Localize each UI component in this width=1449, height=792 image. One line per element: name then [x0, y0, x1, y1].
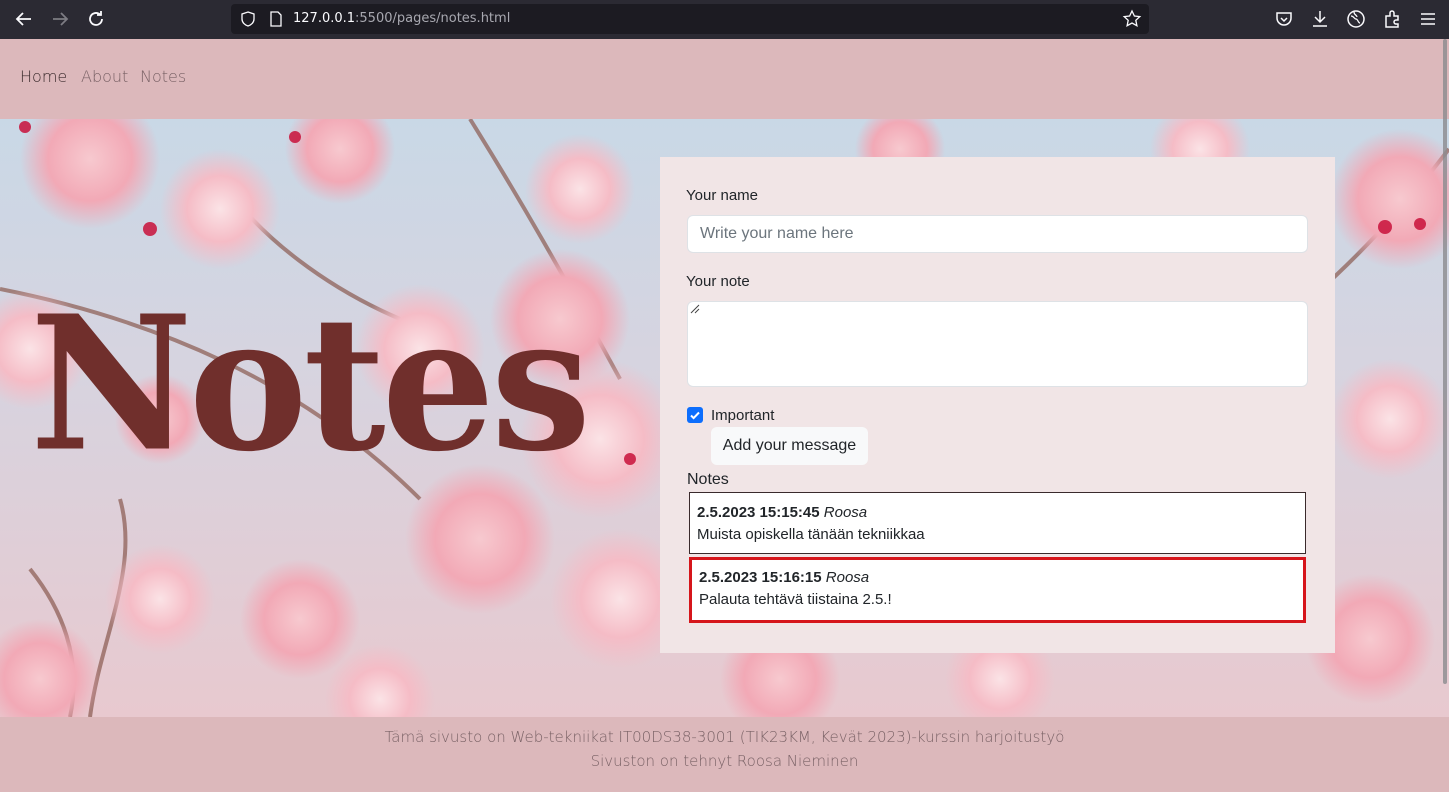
url-path: :5500/pages/notes.html	[355, 11, 511, 26]
site-header: Home About Notes	[0, 39, 1449, 119]
reload-icon[interactable]	[84, 7, 108, 31]
note-text: Palauta tehtävä tiistaina 2.5.!	[699, 591, 892, 608]
note-form-card: Your name Write your name here Your note…	[660, 157, 1335, 653]
name-label: Your name	[686, 187, 758, 204]
page-scrollbar[interactable]	[1443, 39, 1447, 684]
hamburger-menu-icon[interactable]	[1417, 8, 1439, 30]
note-item-important: 2.5.2023 15:16:15 Roosa Palauta tehtävä …	[689, 557, 1306, 623]
footer-author-text: Sivuston on tehnyt Roosa Nieminen	[590, 752, 859, 770]
hero-section: Notes Your name Write your name here You…	[0, 119, 1449, 717]
note-label: Your note	[686, 273, 750, 290]
extensions-icon[interactable]	[1381, 8, 1403, 30]
pocket-icon[interactable]	[1273, 8, 1295, 30]
back-arrow-icon[interactable]	[12, 7, 36, 31]
globe-icon[interactable]	[1345, 8, 1367, 30]
note-date: 2.5.2023 15:15:45	[697, 504, 820, 521]
url-bar[interactable]: 127.0.0.1:5500/pages/notes.html	[231, 4, 1149, 34]
nav-home-link[interactable]: Home	[20, 67, 67, 86]
note-author: Roosa	[825, 569, 870, 586]
note-text: Muista opiskella tänään tekniikkaa	[697, 526, 925, 543]
note-date: 2.5.2023 15:16:15	[699, 569, 822, 586]
nav-about-link[interactable]: About	[81, 67, 128, 86]
site-footer: Tämä sivusto on Web-tekniikat IT00DS38-3…	[0, 717, 1449, 792]
star-icon[interactable]	[1122, 9, 1142, 29]
shield-icon[interactable]	[240, 11, 256, 27]
notes-list-title: Notes	[687, 471, 729, 488]
hero-title: Notes	[30, 274, 591, 493]
name-input-placeholder: Write your name here	[700, 225, 854, 242]
add-message-button[interactable]: Add your message	[711, 427, 868, 465]
name-input[interactable]: Write your name here	[687, 215, 1308, 253]
resize-handle-icon[interactable]	[688, 302, 700, 314]
forward-arrow-icon[interactable]	[48, 7, 72, 31]
footer-course-text: Tämä sivusto on Web-tekniikat IT00DS38-3…	[384, 728, 1065, 746]
note-textarea[interactable]	[687, 301, 1308, 387]
browser-toolbar: 127.0.0.1:5500/pages/notes.html	[0, 0, 1449, 39]
important-checkbox[interactable]	[687, 407, 703, 423]
url-text[interactable]: 127.0.0.1:5500/pages/notes.html	[293, 4, 510, 34]
note-item: 2.5.2023 15:15:45 Roosa Muista opiskella…	[689, 492, 1306, 554]
checkmark-icon	[690, 411, 700, 420]
note-author: Roosa	[823, 504, 868, 521]
url-host: 127.0.0.1	[293, 11, 356, 26]
page-icon	[270, 11, 282, 27]
download-icon[interactable]	[1309, 8, 1331, 30]
nav-notes-link[interactable]: Notes	[140, 67, 186, 86]
important-label: Important	[711, 407, 775, 424]
